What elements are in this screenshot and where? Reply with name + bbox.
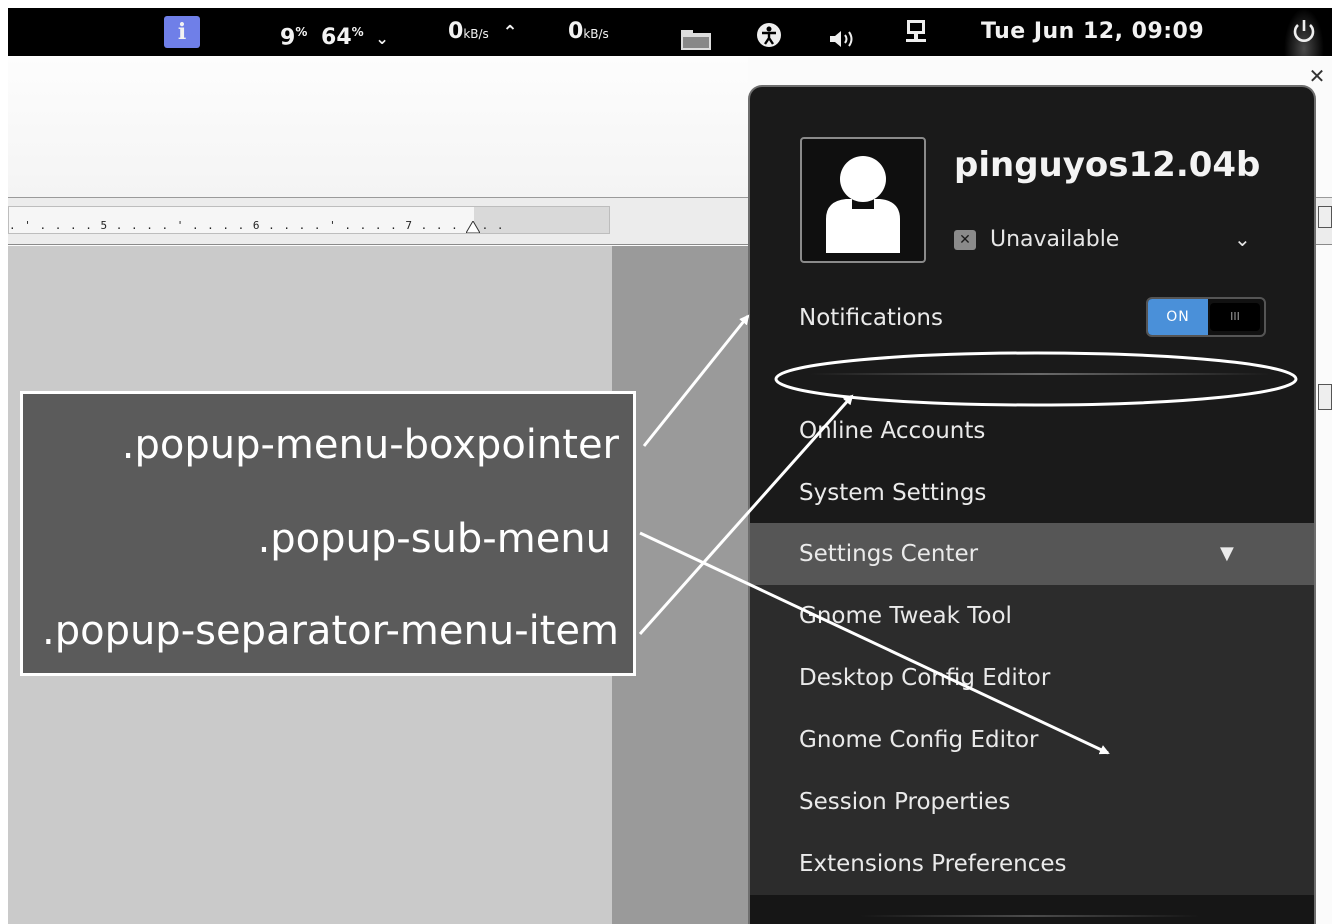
toggle-on-label: ON bbox=[1148, 299, 1208, 335]
menu-item-gnome-config-editor[interactable]: Gnome Config Editor bbox=[750, 709, 1314, 771]
menu-item-label: Extensions Preferences bbox=[799, 851, 1067, 877]
menu-item-desktop-config-editor[interactable]: Desktop Config Editor bbox=[750, 647, 1314, 709]
menu-item-online-accounts[interactable]: Online Accounts bbox=[750, 400, 1314, 462]
menu-item-label: Gnome Tweak Tool bbox=[799, 603, 1012, 629]
busy-icon: ✕ bbox=[954, 230, 976, 250]
document-page-top bbox=[8, 57, 748, 197]
menu-item-system-settings[interactable]: System Settings bbox=[750, 462, 1314, 524]
horizontal-ruler[interactable]: . ' . . . . 5 . . . . ' . . . . 6 . . . … bbox=[8, 206, 610, 234]
chevron-down-icon: ⌄ bbox=[375, 29, 389, 49]
status-selector[interactable]: ✕ Unavailable ⌄ bbox=[954, 227, 1251, 252]
user-avatar[interactable] bbox=[800, 137, 926, 263]
submenu-settings-center[interactable]: Settings Center ▼ bbox=[750, 523, 1314, 585]
chevron-up-icon: ⌃ bbox=[502, 22, 518, 43]
memory-unit: % bbox=[351, 25, 364, 39]
notifications-toggle[interactable]: ON III bbox=[1146, 297, 1266, 337]
user-avatar-icon bbox=[826, 156, 900, 253]
scrollbar-thumb[interactable] bbox=[1318, 384, 1332, 410]
memory-value: 64 bbox=[321, 25, 352, 51]
volume-icon[interactable] bbox=[828, 21, 858, 47]
username-label: pinguyos12.04b bbox=[954, 145, 1261, 185]
menu-item-label: Gnome Config Editor bbox=[799, 727, 1039, 753]
system-monitor-indicator[interactable]: 9% 64% ⌄ bbox=[280, 8, 389, 56]
network-down-speed[interactable]: 0kB/s ⌃ bbox=[448, 8, 518, 56]
callout-label-separator: .popup-separator-menu-item bbox=[41, 608, 619, 654]
separator-menu-item bbox=[810, 373, 1270, 375]
popup-sub-menu: Gnome Tweak Tool Desktop Config Editor G… bbox=[750, 585, 1314, 895]
cpu-value: 9 bbox=[280, 25, 296, 51]
notifications-label: Notifications bbox=[799, 305, 943, 331]
callout-label-sub-menu: .popup-sub-menu bbox=[257, 516, 611, 562]
toggle-handle: III bbox=[1210, 303, 1260, 331]
download-unit: kB/s bbox=[463, 27, 489, 41]
status-label: Unavailable bbox=[990, 227, 1120, 252]
upload-value: 0 bbox=[568, 19, 584, 44]
top-panel: i 9% 64% ⌄ 0kB/s ⌃ 0kB/s Tue Jun 12, 09:… bbox=[8, 8, 1332, 56]
menu-item-gnome-tweak-tool[interactable]: Gnome Tweak Tool bbox=[750, 585, 1314, 647]
scrollbar-button[interactable] bbox=[1318, 206, 1332, 228]
menu-item-label: Session Properties bbox=[799, 789, 1011, 815]
folder-icon[interactable] bbox=[680, 22, 712, 50]
network-icon[interactable] bbox=[904, 18, 928, 46]
menu-item-extensions-preferences[interactable]: Extensions Preferences bbox=[750, 833, 1314, 895]
submenu-title: Settings Center bbox=[799, 541, 979, 567]
network-up-speed[interactable]: 0kB/s bbox=[568, 8, 609, 56]
menu-item-label: Desktop Config Editor bbox=[799, 665, 1051, 691]
indent-marker-icon[interactable] bbox=[466, 221, 480, 233]
cpu-unit: % bbox=[295, 25, 308, 39]
callout-label-boxpointer: .popup-menu-boxpointer bbox=[121, 422, 619, 468]
power-icon[interactable] bbox=[1284, 8, 1324, 56]
accessibility-icon[interactable] bbox=[756, 19, 782, 47]
ruler-ticks: . ' . . . . 5 . . . . ' . . . . 6 . . . … bbox=[9, 219, 505, 232]
upload-unit: kB/s bbox=[583, 27, 609, 41]
annotation-callout: .popup-menu-boxpointer .popup-sub-menu .… bbox=[20, 391, 636, 676]
user-menu-popup: pinguyos12.04b ✕ Unavailable ⌄ Notificati… bbox=[748, 85, 1316, 924]
info-icon: i bbox=[177, 19, 187, 45]
separator-menu-item bbox=[750, 895, 1314, 924]
menu-item-label: Online Accounts bbox=[799, 418, 986, 444]
info-indicator[interactable]: i bbox=[164, 16, 200, 48]
chevron-down-icon: ⌄ bbox=[1234, 227, 1251, 251]
clock[interactable]: Tue Jun 12, 09:09 bbox=[981, 8, 1204, 56]
menu-item-label: System Settings bbox=[799, 480, 987, 506]
download-value: 0 bbox=[448, 19, 464, 44]
triangle-down-icon: ▼ bbox=[1220, 543, 1234, 564]
menu-item-session-properties[interactable]: Session Properties bbox=[750, 771, 1314, 833]
